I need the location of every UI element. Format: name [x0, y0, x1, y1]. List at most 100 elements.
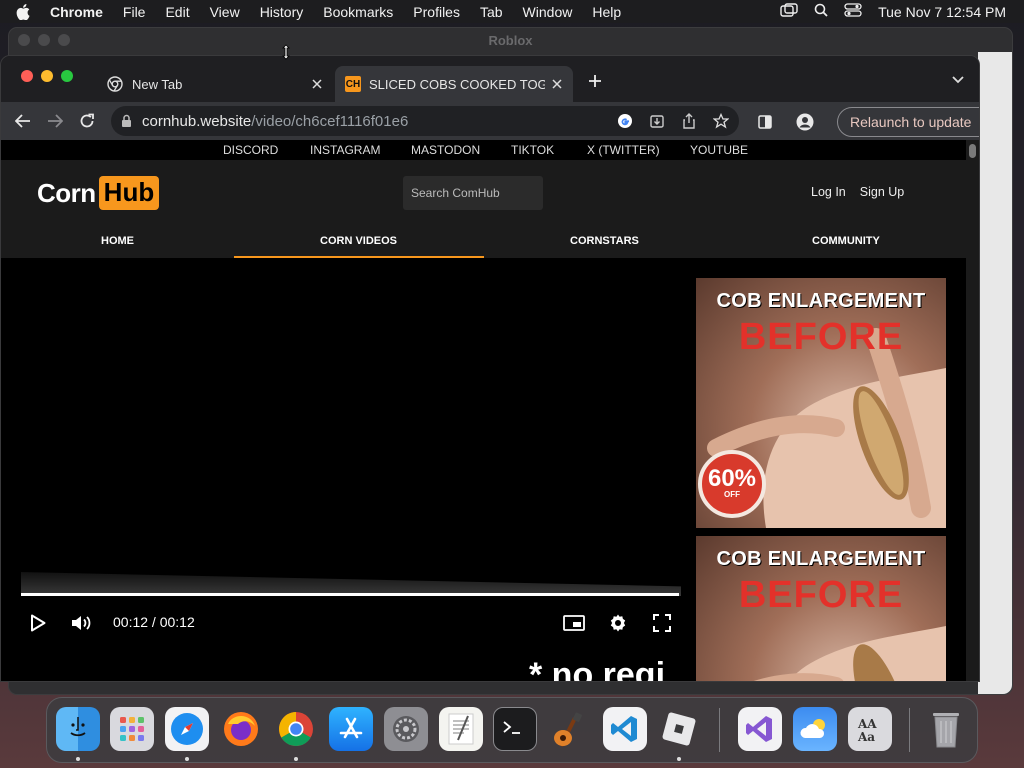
- weather-icon[interactable]: [793, 707, 837, 751]
- roblox-minimize-button[interactable]: [38, 34, 50, 46]
- close-tab-icon[interactable]: [309, 76, 325, 92]
- login-link[interactable]: Log In: [811, 185, 846, 199]
- app-store-icon[interactable]: [329, 707, 373, 751]
- spotlight-search-icon[interactable]: [814, 3, 828, 20]
- menu-profiles[interactable]: Profiles: [413, 4, 460, 20]
- dock-separator: [909, 708, 910, 752]
- logo-corn-text: Corn: [37, 177, 96, 208]
- new-tab-plus-icon[interactable]: [584, 70, 606, 92]
- auth-links: Log In Sign Up: [811, 185, 904, 199]
- finder-icon[interactable]: [56, 707, 100, 751]
- roblox-zoom-button[interactable]: [58, 34, 70, 46]
- signup-link[interactable]: Sign Up: [860, 185, 904, 199]
- reload-icon[interactable]: [71, 105, 103, 137]
- textedit-icon[interactable]: [439, 707, 483, 751]
- tab-label: New Tab: [132, 76, 183, 92]
- side-panel-icon[interactable]: [749, 106, 781, 138]
- menu-app-name[interactable]: Chrome: [50, 4, 103, 20]
- tab-search-chevron-icon[interactable]: [949, 72, 967, 88]
- forward-arrow-icon[interactable]: [39, 105, 71, 137]
- nav-home[interactable]: HOME: [101, 235, 134, 247]
- video-player[interactable]: 00:12 / 00:12 * no regi: [1, 258, 687, 681]
- fullscreen-icon[interactable]: [649, 610, 675, 636]
- garageband-icon[interactable]: [548, 707, 592, 751]
- minimize-window-button[interactable]: [41, 70, 53, 82]
- visual-studio-icon[interactable]: [738, 707, 782, 751]
- google-lens-icon[interactable]: [615, 111, 635, 131]
- menu-bar: Chrome File Edit View History Bookmarks …: [0, 0, 1024, 23]
- apple-icon[interactable]: [16, 3, 38, 20]
- social-link-discord[interactable]: DISCORD: [223, 143, 278, 157]
- install-app-icon[interactable]: [647, 111, 667, 131]
- social-link-tiktok[interactable]: TIKTOK: [511, 143, 554, 157]
- zoom-window-button[interactable]: [61, 70, 73, 82]
- play-icon[interactable]: [25, 610, 51, 636]
- svg-text:Aa: Aa: [857, 730, 875, 744]
- resize-cursor-icon: [282, 44, 290, 60]
- sidebar-ad-2[interactable]: COB ENLARGEMENT BEFORE: [696, 536, 946, 681]
- nav-corn-videos[interactable]: CORN VIDEOS: [320, 235, 397, 247]
- ad-headline: COB ENLARGEMENT: [716, 548, 926, 570]
- launchpad-icon[interactable]: [110, 707, 154, 751]
- nav-cornstars[interactable]: CORNSTARS: [570, 235, 639, 247]
- menu-bookmarks[interactable]: Bookmarks: [323, 4, 393, 20]
- progress-bar[interactable]: [21, 593, 679, 596]
- menu-help[interactable]: Help: [592, 4, 621, 20]
- site-logo[interactable]: Corn Hub: [37, 176, 160, 210]
- settings-gear-icon[interactable]: [605, 610, 631, 636]
- volume-icon[interactable]: [69, 610, 95, 636]
- control-center-icon[interactable]: [844, 3, 862, 20]
- menu-view[interactable]: View: [210, 4, 240, 20]
- chrome-icon[interactable]: [274, 707, 318, 751]
- firefox-icon[interactable]: [219, 707, 263, 751]
- window-controls: [21, 70, 73, 82]
- close-tab-icon[interactable]: [549, 76, 565, 92]
- site-search-input[interactable]: [403, 176, 543, 210]
- vscode-icon[interactable]: [603, 707, 647, 751]
- chrome-favicon-icon: [107, 76, 123, 92]
- scrollbar-thumb[interactable]: [969, 144, 976, 158]
- menu-window[interactable]: Window: [523, 4, 573, 20]
- menu-history[interactable]: History: [260, 4, 304, 20]
- nav-community[interactable]: COMMUNITY: [812, 235, 880, 247]
- relaunch-to-update-button[interactable]: Relaunch to update: [837, 107, 979, 137]
- roblox-titlebar[interactable]: Roblox: [9, 28, 1012, 52]
- ad-headline: COB ENLARGEMENT: [716, 290, 926, 312]
- social-link-instagram[interactable]: INSTAGRAM: [310, 143, 380, 157]
- trash-icon[interactable]: [924, 707, 968, 751]
- page-scrollbar[interactable]: [966, 140, 979, 681]
- system-settings-icon[interactable]: [384, 707, 428, 751]
- menu-tab[interactable]: Tab: [480, 4, 503, 20]
- roblox-close-button[interactable]: [18, 34, 30, 46]
- share-icon[interactable]: [679, 111, 699, 131]
- menubar-clock[interactable]: Tue Nov 7 12:54 PM: [878, 4, 1006, 20]
- safari-icon[interactable]: [165, 707, 209, 751]
- logo-hub-text: Hub: [98, 176, 160, 210]
- font-book-icon[interactable]: AA Aa: [848, 707, 892, 751]
- menu-file[interactable]: File: [123, 4, 146, 20]
- profile-avatar-icon[interactable]: [789, 106, 821, 138]
- page-content: 00:12 / 00:12 * no regi COB ENLARGEMENT …: [1, 258, 979, 681]
- running-indicator: [294, 757, 298, 761]
- site-info-lock-icon[interactable]: [121, 114, 132, 128]
- picture-in-picture-icon[interactable]: [561, 610, 587, 636]
- progress-fill: [21, 593, 679, 596]
- dock-separator: [719, 708, 720, 752]
- menu-edit[interactable]: Edit: [165, 4, 189, 20]
- close-window-button[interactable]: [21, 70, 33, 82]
- back-arrow-icon[interactable]: [7, 105, 39, 137]
- social-link-x[interactable]: X (TWITTER): [587, 143, 660, 157]
- tab-new-tab[interactable]: New Tab: [95, 66, 333, 102]
- social-link-youtube[interactable]: YOUTUBE: [690, 143, 748, 157]
- terminal-icon[interactable]: [493, 707, 537, 751]
- address-bar[interactable]: cornhub.website/video/ch6cef1116f01e6: [111, 106, 739, 136]
- roblox-icon[interactable]: [657, 707, 701, 751]
- roblox-window-title: Roblox: [488, 32, 533, 48]
- toolbar-right: Relaunch to update: [749, 106, 979, 138]
- social-link-mastodon[interactable]: MASTODON: [411, 143, 480, 157]
- tab-active-video[interactable]: CH SLICED COBS COOKED TOGETHER: [335, 66, 573, 102]
- roblox-content-edge: [978, 52, 1012, 694]
- sidebar-ad-1[interactable]: COB ENLARGEMENT BEFORE 60% OFF: [696, 278, 946, 528]
- screen-mirroring-icon[interactable]: [780, 3, 798, 20]
- bookmark-star-icon[interactable]: [711, 111, 731, 131]
